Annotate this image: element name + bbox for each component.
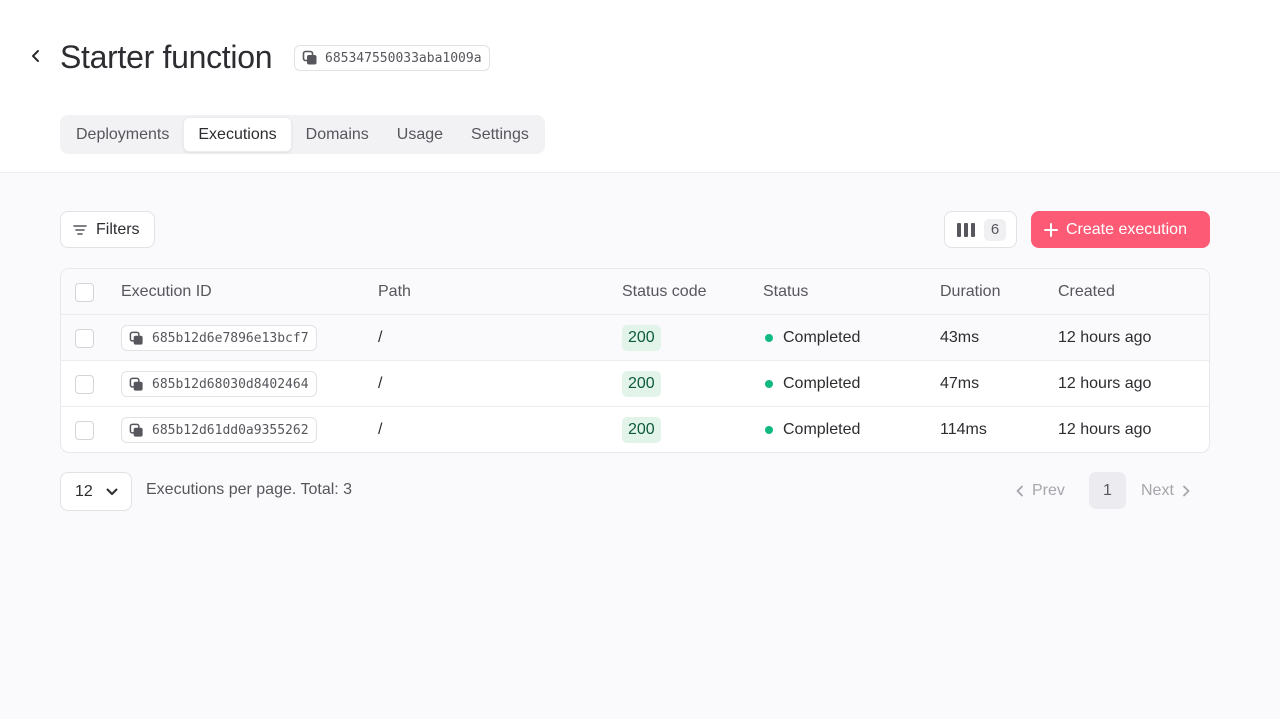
row-select-cell [75, 315, 94, 361]
created-cell: 12 hours ago [1058, 421, 1152, 438]
prev-page-label: Prev [1032, 481, 1065, 499]
copy-icon [302, 50, 317, 65]
per-page-value: 12 [75, 482, 93, 500]
status-cell: Completed [763, 361, 860, 407]
tab-domains[interactable]: Domains [292, 117, 383, 152]
prev-page-button[interactable]: Prev [1016, 472, 1065, 509]
execution-id-cell: 685b12d61dd0a9355262 [121, 407, 317, 452]
status-label: Completed [783, 375, 861, 392]
columns-button[interactable]: 6 [944, 211, 1017, 248]
path-cell: / [378, 375, 383, 392]
row-checkbox[interactable] [75, 328, 94, 348]
execution-id-cell: 685b12d68030d8402464 [121, 361, 317, 407]
status-code-cell: 200 [622, 315, 661, 361]
table-row[interactable]: 685b12d68030d8402464 / 200 Completed 47m… [61, 361, 1209, 407]
plus-icon [1044, 222, 1058, 237]
page-title: Starter function [60, 39, 273, 75]
execution-id: 685b12d6e7896e13bcf7 [152, 330, 309, 346]
status-label: Completed [783, 421, 861, 438]
execution-id: 685b12d61dd0a9355262 [152, 422, 309, 438]
filter-icon [73, 224, 87, 235]
duration-cell: 114ms [940, 421, 987, 438]
function-id-chip[interactable]: 685347550033aba1009a [294, 45, 490, 71]
status-dot-icon [765, 426, 773, 434]
status-cell: Completed [763, 407, 861, 452]
table-row[interactable]: 685b12d6e7896e13bcf7 / 200 Completed 43m… [61, 315, 1209, 361]
select-all-checkbox[interactable] [75, 282, 94, 302]
column-header[interactable]: Status code [622, 269, 707, 315]
column-header[interactable]: Duration [940, 269, 1000, 315]
row-checkbox[interactable] [75, 374, 94, 394]
per-page-summary: Executions per page. Total: 3 [146, 481, 353, 498]
columns-count-badge: 6 [984, 218, 1006, 241]
status-code-badge: 200 [622, 417, 661, 443]
status-code-cell: 200 [622, 361, 661, 407]
page-header: Starter function 685347550033aba1009a De… [0, 0, 1280, 173]
copy-icon [129, 377, 143, 391]
columns-icon [957, 222, 975, 237]
next-page-label: Next [1141, 481, 1174, 499]
tab-usage[interactable]: Usage [383, 117, 457, 152]
execution-id: 685b12d68030d8402464 [152, 376, 309, 392]
create-execution-button[interactable]: Create execution [1031, 211, 1210, 248]
column-header[interactable]: Path [378, 269, 411, 315]
tab-bar: Deployments Executions Domains Usage Set… [60, 115, 545, 154]
filters-label: Filters [96, 220, 140, 238]
execution-id-chip[interactable]: 685b12d61dd0a9355262 [121, 417, 317, 443]
status-cell: Completed [763, 315, 860, 361]
path-cell: / [378, 421, 383, 438]
chevron-left-icon [1016, 485, 1023, 496]
filters-button[interactable]: Filters [60, 211, 155, 248]
column-header[interactable]: Execution ID [121, 269, 212, 315]
executions-table: Execution ID Path Status code Status Dur… [60, 268, 1210, 453]
back-button[interactable] [26, 46, 46, 66]
page-number-button[interactable]: 1 [1089, 472, 1126, 509]
chevron-left-icon [32, 50, 39, 62]
column-header[interactable]: Status [763, 269, 808, 315]
next-page-button[interactable]: Next [1141, 472, 1190, 509]
duration-cell: 43ms [940, 329, 980, 346]
create-execution-label: Create execution [1066, 220, 1187, 238]
table-row[interactable]: 685b12d61dd0a9355262 / 200 Completed 114… [61, 407, 1209, 452]
status-code-cell: 200 [622, 407, 661, 452]
status-label: Completed [783, 329, 861, 346]
tab-executions[interactable]: Executions [183, 117, 292, 152]
row-select-cell [75, 407, 94, 452]
select-all-cell [75, 269, 94, 315]
execution-id-chip[interactable]: 685b12d68030d8402464 [121, 371, 317, 397]
column-header[interactable]: Created [1058, 269, 1115, 315]
tab-deployments[interactable]: Deployments [62, 117, 183, 152]
function-id: 685347550033aba1009a [325, 50, 482, 66]
created-cell: 12 hours ago [1058, 329, 1152, 346]
chevron-down-icon [106, 488, 118, 495]
status-dot-icon [765, 334, 773, 342]
chevron-right-icon [1183, 485, 1190, 496]
execution-id-chip[interactable]: 685b12d6e7896e13bcf7 [121, 325, 317, 351]
duration-cell: 47ms [940, 375, 980, 392]
created-cell: 12 hours ago [1058, 375, 1152, 392]
execution-id-cell: 685b12d6e7896e13bcf7 [121, 315, 317, 361]
path-cell: / [378, 329, 383, 346]
copy-icon [129, 423, 143, 437]
copy-icon [129, 331, 143, 345]
row-select-cell [75, 361, 94, 407]
status-code-badge: 200 [622, 371, 661, 397]
table-header-row: Execution ID Path Status code Status Dur… [61, 269, 1209, 315]
per-page-select[interactable]: 12 [60, 472, 132, 511]
status-dot-icon [765, 380, 773, 388]
tab-settings[interactable]: Settings [457, 117, 543, 152]
row-checkbox[interactable] [75, 420, 94, 440]
status-code-badge: 200 [622, 325, 661, 351]
